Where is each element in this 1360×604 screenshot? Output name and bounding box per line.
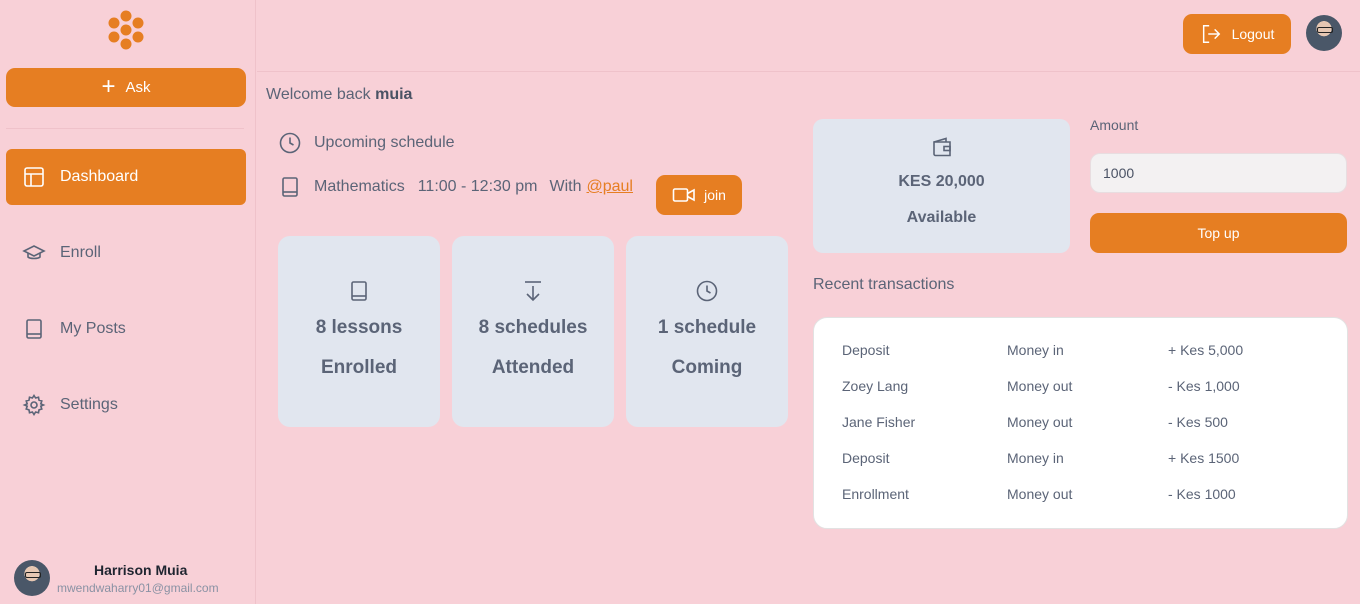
user-profile[interactable]: Harrison Muia mwendwaharry01@gmail.com <box>14 560 254 600</box>
transaction-name: Deposit <box>842 342 890 358</box>
sidebar-item-enroll[interactable]: Enroll <box>6 225 246 281</box>
download-arrow-icon <box>525 281 541 302</box>
join-label: join <box>704 187 726 203</box>
wallet-card: KES 20,000 Available <box>813 119 1070 253</box>
transaction-amount: - Kes 1000 <box>1168 486 1236 502</box>
wallet-balance: KES 20,000 <box>898 173 985 190</box>
transaction-name: Zoey Lang <box>842 378 909 394</box>
stat-label: Coming <box>671 357 743 378</box>
join-button[interactable]: join <box>656 175 742 215</box>
transaction-type: Money out <box>1007 378 1073 394</box>
transaction-type: Money out <box>1007 414 1073 430</box>
transaction-type: Money out <box>1007 486 1073 502</box>
table-row: Enrollment Money out - Kes 1000 <box>814 486 1349 506</box>
table-row: Zoey Lang Money out - Kes 1,000 <box>814 378 1349 398</box>
teacher-link[interactable]: @paul <box>586 178 633 196</box>
stat-card-coming: 1 schedule Coming <box>626 236 788 427</box>
transaction-amount: - Kes 1,000 <box>1168 378 1240 394</box>
transaction-type: Money in <box>1007 450 1064 466</box>
transaction-amount: + Kes 1500 <box>1168 450 1240 466</box>
book-icon <box>282 177 298 197</box>
wallet-balance-label: Available <box>906 209 977 226</box>
sidebar-item-my-posts[interactable]: My Posts <box>6 301 246 357</box>
amount-label: Amount <box>1090 117 1139 133</box>
stat-label: Enrolled <box>320 357 397 378</box>
graduation-cap-icon <box>22 245 46 260</box>
layout-icon <box>24 167 44 187</box>
sidebar-item-dashboard[interactable]: Dashboard <box>6 149 246 205</box>
welcome-prefix: Welcome back <box>266 86 371 103</box>
stat-value: 8 schedules <box>478 317 588 338</box>
top-bar: Logout <box>257 0 1360 72</box>
stat-card-enrolled: 8 lessons Enrolled <box>278 236 440 427</box>
book-icon <box>351 281 367 301</box>
ask-button[interactable]: + Ask <box>6 68 246 107</box>
top-up-button[interactable]: Top up <box>1090 213 1347 253</box>
wallet-icon <box>932 137 951 157</box>
clock-icon <box>279 132 301 154</box>
welcome-message: Welcome back muia <box>266 86 412 104</box>
stat-label: Attended <box>491 357 575 378</box>
schedule-item: Mathematics 11:00 - 12:30 pm With @paul <box>278 175 633 199</box>
table-row: Deposit Money in + Kes 5,000 <box>814 342 1349 362</box>
amount-input[interactable] <box>1090 153 1347 193</box>
table-row: Jane Fisher Money out - Kes 500 <box>814 414 1349 434</box>
sidebar-item-label: Dashboard <box>60 168 139 185</box>
video-camera-icon <box>672 188 695 202</box>
stat-value: 8 lessons <box>315 317 403 338</box>
stat-card-attended: 8 schedules Attended <box>452 236 614 427</box>
stat-value: 1 schedule <box>657 317 757 338</box>
upcoming-schedule-heading: Upcoming schedule <box>278 131 455 155</box>
sidebar-item-settings[interactable]: Settings <box>6 377 246 433</box>
user-email: mwendwaharry01@gmail.com <box>57 581 219 595</box>
schedule-subject: Mathematics <box>314 178 405 195</box>
transactions-table: Deposit Money in + Kes 5,000 Zoey Lang M… <box>813 317 1348 529</box>
transaction-name: Jane Fisher <box>842 414 916 430</box>
transaction-amount: - Kes 500 <box>1168 414 1228 430</box>
sidebar-item-label: Enroll <box>60 244 101 261</box>
avatar[interactable] <box>1306 15 1342 51</box>
table-row: Deposit Money in + Kes 1500 <box>814 450 1349 470</box>
avatar <box>14 560 50 596</box>
clock-icon <box>696 280 718 302</box>
schedule-time: 11:00 - 12:30 pm <box>417 178 538 195</box>
gear-icon <box>22 394 46 416</box>
transaction-name: Enrollment <box>842 486 909 502</box>
logout-icon <box>1202 25 1220 43</box>
book-icon <box>26 319 42 339</box>
logo-icon <box>108 10 144 50</box>
welcome-name: muia <box>375 86 413 103</box>
top-up-label: Top up <box>1197 225 1240 241</box>
transaction-name: Deposit <box>842 450 890 466</box>
schedule-with-label: With <box>549 178 582 195</box>
plus-icon: + <box>101 72 116 100</box>
transaction-type: Money in <box>1007 342 1064 358</box>
logout-button[interactable]: Logout <box>1183 14 1291 54</box>
sidebar: + Ask Dashboard Enroll My Posts Settings… <box>0 0 256 604</box>
sidebar-divider <box>6 128 244 129</box>
upcoming-schedule-title: Upcoming schedule <box>314 134 455 151</box>
sidebar-item-label: Settings <box>60 396 118 413</box>
ask-button-label: Ask <box>125 79 151 96</box>
sidebar-item-label: My Posts <box>60 320 126 337</box>
recent-transactions-title: Recent transactions <box>813 276 955 293</box>
logout-label: Logout <box>1231 26 1275 42</box>
user-name: Harrison Muia <box>94 562 188 578</box>
transaction-amount: + Kes 5,000 <box>1168 342 1244 358</box>
